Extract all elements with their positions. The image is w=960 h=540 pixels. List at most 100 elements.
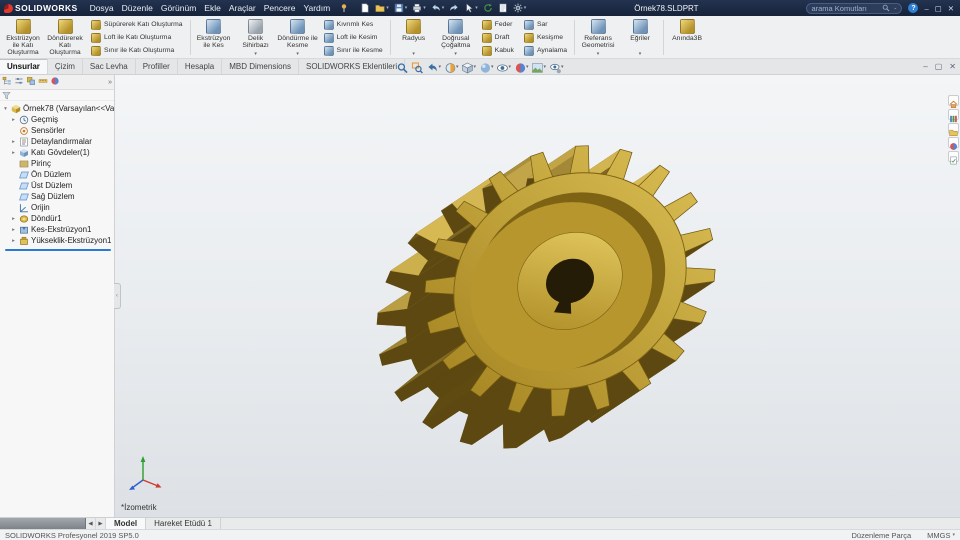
tree-item-sensörler[interactable]: Sensörler	[2, 125, 114, 136]
view-orientation-button[interactable]: ▾	[460, 60, 477, 74]
ribbon-button-ekstrüzyon-ile-kes[interactable]: Ekstrüzyon ile Kes	[193, 17, 235, 58]
menu-item-görünüm[interactable]: Görünüm	[157, 3, 200, 13]
expand-arrow-icon[interactable]: ▸	[10, 117, 17, 123]
tree-item-katı-gövdeler-1[interactable]: ▸ Katı Gövdeler(1)	[2, 147, 114, 158]
ribbon-button-sınır-ile-kesme[interactable]: Sınır ile Kesme	[322, 45, 385, 57]
previous-view-button[interactable]: ▾	[425, 60, 442, 74]
ribbon-button-döndürme-ile-kesme[interactable]: Döndürme ile Kesme ▾	[277, 17, 319, 58]
expand-arrow-icon[interactable]: ▸	[10, 216, 17, 222]
tab-splitter-handle[interactable]	[0, 518, 86, 529]
pin-menu-icon[interactable]	[339, 3, 349, 13]
view-settings-button[interactable]: ▾	[548, 60, 565, 74]
ribbon-button-anında3b[interactable]: Anında3B	[666, 17, 708, 58]
menu-item-dosya[interactable]: Dosya	[86, 3, 118, 13]
help-button[interactable]: ?	[908, 3, 919, 13]
tree-item-üst-düzlem[interactable]: Üst Düzlem	[2, 180, 114, 191]
tree-item-döndür1[interactable]: ▸ Döndür1	[2, 213, 114, 224]
configurationmanager-tab-button[interactable]	[26, 76, 36, 88]
print-button[interactable]: ▾	[412, 3, 426, 13]
ribbon-button-referans-geometrisi[interactable]: Referans Geometrisi ▾	[577, 17, 619, 58]
tree-item-orijin[interactable]: Orijin	[2, 202, 114, 213]
tab-çizim[interactable]: Çizim	[48, 59, 83, 74]
apply-scene-button[interactable]: ▾	[531, 60, 548, 74]
ribbon-button-draft[interactable]: Draft	[480, 32, 516, 44]
ribbon-button-loft-ile-kesim[interactable]: Loft ile Kesim	[322, 32, 385, 44]
zoom-area-button[interactable]	[410, 60, 424, 74]
options-button[interactable]: ▾	[513, 3, 526, 13]
appearances-button[interactable]	[947, 137, 959, 150]
doc-tab-hareket-etüdü-1[interactable]: Hareket Etüdü 1	[146, 518, 221, 529]
tree-item-detaylandırmalar[interactable]: ▸ Detaylandırmalar	[2, 136, 114, 147]
custom-properties-button[interactable]	[947, 151, 959, 165]
tree-item-kes-ekstrüzyon1[interactable]: ▸ Kes-Ekstrüzyon1	[2, 224, 114, 235]
ribbon-button-loft-ile-katı-oluşturma[interactable]: Loft ile Katı Oluşturma	[89, 32, 185, 44]
close-button[interactable]: ✕	[948, 4, 954, 13]
tab-profiller[interactable]: Profiller	[136, 59, 178, 74]
expand-arrow-icon[interactable]: ▸	[10, 238, 17, 244]
menu-item-araçlar[interactable]: Araçlar	[225, 3, 260, 13]
tab-scroll-left-button[interactable]: ◀	[86, 518, 96, 529]
menu-item-yardım[interactable]: Yardım	[299, 3, 334, 13]
undo-button[interactable]: ▾	[431, 3, 444, 13]
tree-filter-row[interactable]	[0, 90, 114, 101]
tree-item-pirinç[interactable]: Pirinç	[2, 158, 114, 169]
command-search-input[interactable]: arama Komutları ⌄	[806, 2, 903, 14]
tree-item-ön-düzlem[interactable]: Ön Düzlem	[2, 169, 114, 180]
ribbon-button-sar[interactable]: Sar	[522, 19, 569, 31]
ribbon-button-sınır-ile-katı-oluşturma[interactable]: Sınır ile Katı Oluşturma	[89, 45, 185, 57]
section-view-button[interactable]: ▾	[443, 60, 460, 74]
graphics-viewport[interactable]: *İzometrik	[115, 75, 960, 517]
select-button[interactable]: ▾	[464, 3, 478, 13]
ribbon-button-ekstrüzyon-ile-katı-oluşturma[interactable]: Ekstrüzyon ile Katı Oluşturma	[2, 17, 44, 58]
menu-item-pencere[interactable]: Pencere	[260, 3, 300, 13]
search-scope-caret-icon[interactable]: ⌄	[893, 5, 897, 11]
zoom-fit-button[interactable]	[395, 60, 409, 74]
expand-arrow-icon[interactable]: ▸	[10, 139, 17, 145]
doc-tab-model[interactable]: Model	[106, 518, 147, 529]
open-document-button[interactable]: ▾	[375, 3, 389, 13]
tab-hesapla[interactable]: Hesapla	[178, 59, 223, 74]
design-library-button[interactable]	[947, 109, 959, 123]
tab-scroll-right-button[interactable]: ▶	[96, 518, 106, 529]
ribbon-button-doğrusal-çoğaltma[interactable]: Doğrusal Çoğaltma ▾	[435, 17, 477, 58]
ribbon-button-kıvrımlı-kes[interactable]: Kıvrımlı Kes	[322, 19, 385, 31]
tree-item-root[interactable]: ▾ Örnek78 (Varsayılan<<Varsayılan>_Gö...	[2, 103, 114, 114]
ribbon-button-kesişme[interactable]: Kesişme	[522, 32, 569, 44]
ribbon-button-aynalama[interactable]: Aynalama	[522, 45, 569, 57]
doc-minimize-button[interactable]: –	[923, 62, 927, 71]
rebuild-button[interactable]	[483, 3, 493, 13]
menu-item-düzenle[interactable]: Düzenle	[118, 3, 157, 13]
tab-solidworks-eklentileri[interactable]: SOLIDWORKS Eklentileri	[299, 59, 406, 74]
file-explorer-button[interactable]	[947, 123, 959, 137]
tab-sac-levha[interactable]: Sac Levha	[83, 59, 136, 74]
ribbon-button-feder[interactable]: Feder	[480, 19, 516, 31]
expand-arrow-icon[interactable]: ▸	[10, 150, 17, 156]
hide-show-button[interactable]: ▾	[496, 60, 513, 74]
units-selector[interactable]: MMGS ▾	[927, 531, 955, 540]
display-style-button[interactable]: ▾	[478, 60, 495, 74]
expand-arrow-icon[interactable]: ▾	[2, 106, 9, 112]
restore-button[interactable]: ▢	[935, 4, 942, 13]
minimize-button[interactable]: –	[924, 4, 928, 13]
tab-unsurlar[interactable]: Unsurlar	[0, 59, 48, 74]
home-button[interactable]	[947, 95, 959, 108]
tab-mbd-dimensions[interactable]: MBD Dimensions	[222, 59, 299, 74]
gear-model[interactable]	[115, 75, 960, 517]
ribbon-button-eğriler[interactable]: Eğriler ▾	[619, 17, 661, 58]
tree-item-geçmiş[interactable]: ▸ Geçmiş	[2, 114, 114, 125]
file-properties-button[interactable]	[498, 3, 508, 13]
expand-arrow-icon[interactable]: ▸	[10, 227, 17, 233]
propertymanager-tab-button[interactable]	[14, 76, 24, 88]
doc-close-button[interactable]: ✕	[949, 62, 956, 71]
tree-item-sağ-düzlem[interactable]: Sağ Düzlem	[2, 191, 114, 202]
ribbon-button-süpürerek-katı-oluşturma[interactable]: Süpürerek Katı Oluşturma	[89, 19, 185, 31]
edit-appearance-button[interactable]: ▾	[513, 60, 530, 74]
new-document-button[interactable]	[360, 3, 370, 13]
ribbon-button-döndürerek-katı-oluşturma[interactable]: Döndürerek Katı Oluşturma	[44, 17, 86, 58]
redo-button[interactable]	[449, 3, 459, 13]
ribbon-button-kabuk[interactable]: Kabuk	[480, 45, 516, 57]
ribbon-button-radyus[interactable]: Radyus ▾	[393, 17, 435, 58]
doc-restore-button[interactable]: ▢	[935, 62, 943, 71]
ribbon-button-delik-sihirbazı[interactable]: Delik Sihirbazı ▾	[235, 17, 277, 58]
featuremanager-tab-button[interactable]	[2, 76, 12, 88]
